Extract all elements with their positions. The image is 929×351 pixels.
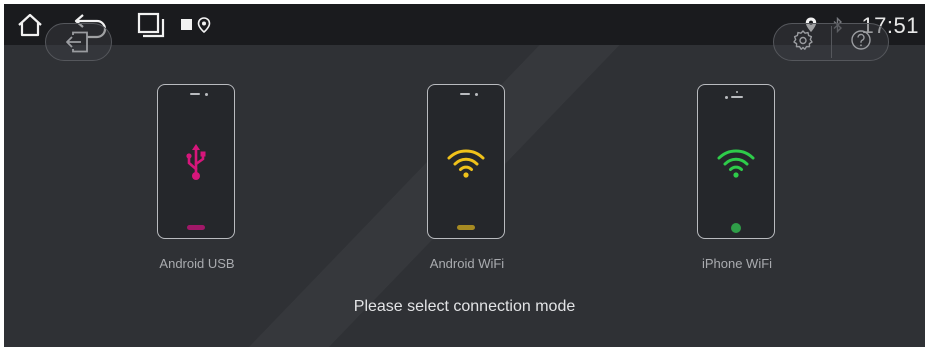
settings-icon xyxy=(792,29,814,56)
android-wifi-label: Android WiFi xyxy=(429,256,505,271)
wifi-icon xyxy=(428,140,503,185)
phone-sensor xyxy=(736,91,738,93)
help-icon xyxy=(850,29,872,56)
android-usb-option[interactable]: Android USB xyxy=(147,84,247,274)
help-button[interactable] xyxy=(832,24,889,60)
phone-camera xyxy=(725,96,728,99)
maps-pin-icon xyxy=(196,4,212,45)
exit-button[interactable] xyxy=(45,23,112,61)
android-usb-label: Android USB xyxy=(159,256,235,271)
phone-frame xyxy=(157,84,235,239)
iphone-wifi-label: iPhone WiFi xyxy=(701,256,773,271)
phone-camera xyxy=(205,92,208,96)
iphone-home-dot xyxy=(731,223,741,233)
phone-speaker xyxy=(190,93,200,95)
usb-home-bar xyxy=(187,225,205,230)
notification-square-icon xyxy=(180,4,194,45)
wifi-home-bar xyxy=(457,225,475,230)
phone-frame xyxy=(427,84,505,239)
settings-help-group xyxy=(773,23,889,61)
wifi-icon xyxy=(698,140,773,185)
car-screen: 17:51 Android USB Android WiFi iPhone Wi… xyxy=(4,4,925,347)
connection-prompt: Please select connection mode xyxy=(353,298,576,315)
exit-icon xyxy=(64,30,90,59)
phone-camera xyxy=(475,92,478,96)
settings-button[interactable] xyxy=(774,24,831,60)
recent-apps-icon[interactable] xyxy=(134,4,168,45)
phone-speaker xyxy=(731,96,743,98)
android-wifi-option[interactable]: Android WiFi xyxy=(417,84,517,274)
phone-speaker xyxy=(460,93,470,95)
phone-frame xyxy=(697,84,775,239)
home-icon[interactable] xyxy=(14,4,46,45)
usb-icon xyxy=(158,140,233,185)
iphone-wifi-option[interactable]: iPhone WiFi xyxy=(687,84,787,274)
